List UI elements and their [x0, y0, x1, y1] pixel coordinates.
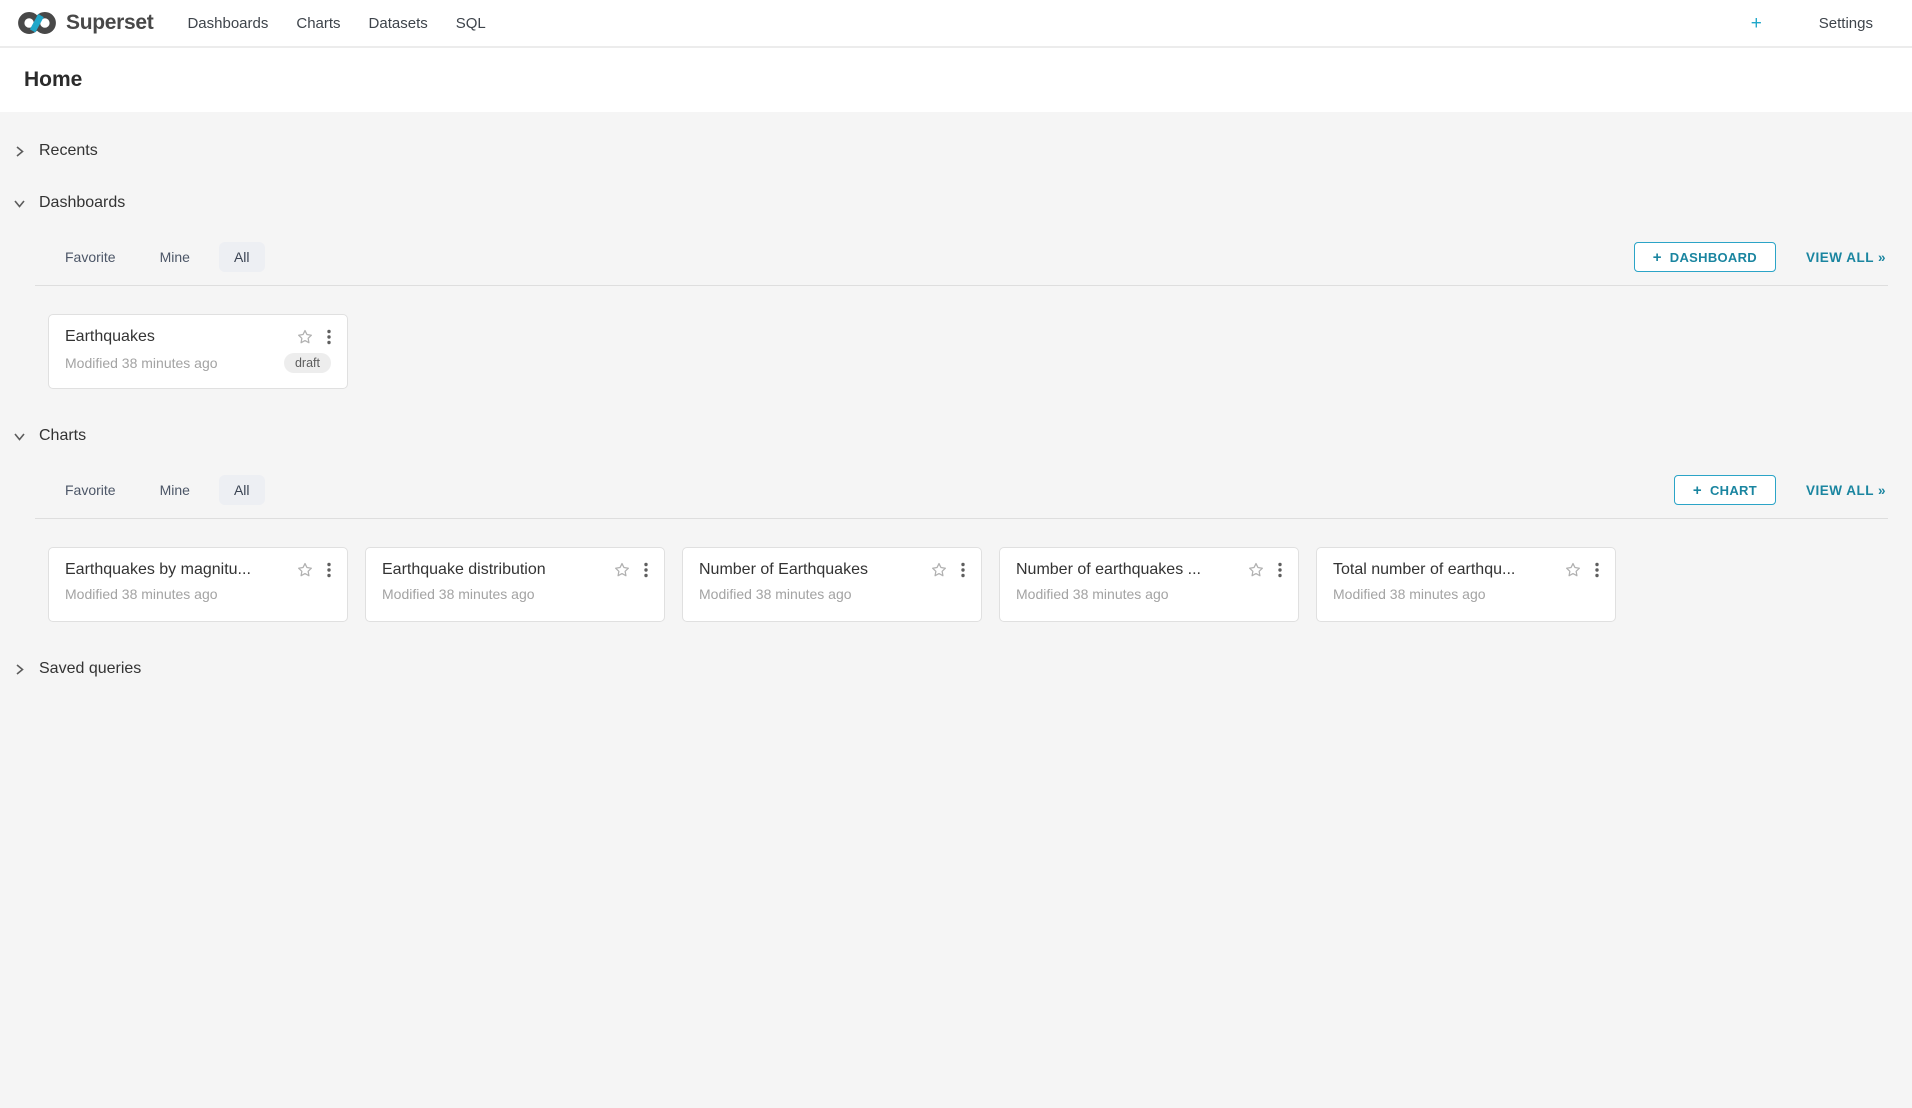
star-icon[interactable]	[1247, 561, 1265, 579]
star-icon[interactable]	[296, 328, 314, 346]
charts-actions: + CHART VIEW ALL »	[1674, 475, 1886, 505]
chevron-down-icon	[13, 430, 26, 443]
divider	[35, 518, 1888, 519]
charts-tabs: Favorite Mine All	[50, 475, 265, 505]
charts-controls: Favorite Mine All + CHART VIEW ALL »	[0, 475, 1912, 505]
kebab-menu-icon[interactable]	[644, 562, 648, 578]
section-header-charts[interactable]: Charts	[0, 423, 1912, 449]
card-modified-text: Modified 38 minutes ago	[699, 586, 965, 602]
chevron-right-icon	[13, 663, 26, 676]
main-nav: Dashboards Charts Datasets SQL	[173, 2, 514, 45]
new-item-dropdown[interactable]: +	[1751, 14, 1777, 33]
card-modified-text: Modified 38 minutes ago	[65, 355, 284, 371]
section-title: Saved queries	[39, 660, 141, 678]
navbar-right: + Settings	[1751, 14, 1896, 33]
plus-icon: +	[1653, 250, 1662, 265]
nav-item-dashboards[interactable]: Dashboards	[173, 2, 282, 45]
section-title: Dashboards	[39, 194, 125, 212]
section-title: Charts	[39, 427, 86, 445]
section-dashboards: Dashboards Favorite Mine All + DASHBOARD…	[0, 190, 1912, 389]
new-dashboard-button[interactable]: + DASHBOARD	[1634, 242, 1776, 272]
dashboards-tabs: Favorite Mine All	[50, 242, 265, 272]
nav-item-charts[interactable]: Charts	[282, 2, 354, 45]
draft-badge: draft	[284, 353, 331, 373]
new-chart-button[interactable]: + CHART	[1674, 475, 1776, 505]
plus-icon: +	[1693, 483, 1702, 498]
dashboard-card[interactable]: Earthquakes Modified 38 minutes ago draf…	[48, 314, 348, 389]
chevron-down-icon	[13, 197, 26, 210]
tab-all[interactable]: All	[219, 242, 265, 272]
plus-icon: +	[1751, 14, 1762, 33]
tab-favorite[interactable]: Favorite	[50, 475, 131, 505]
section-header-dashboards[interactable]: Dashboards	[0, 190, 1912, 216]
chart-card[interactable]: Total number of earthqu... Modified 38 m…	[1316, 547, 1616, 622]
card-modified-text: Modified 38 minutes ago	[65, 586, 331, 602]
star-icon[interactable]	[296, 561, 314, 579]
card-title[interactable]: Earthquakes by magnitu...	[65, 561, 286, 579]
kebab-menu-icon[interactable]	[961, 562, 965, 578]
tab-mine[interactable]: Mine	[145, 242, 205, 272]
nav-item-sql-menu[interactable]: SQL	[442, 2, 515, 45]
superset-logo[interactable]: Superset	[16, 8, 153, 38]
card-title[interactable]: Number of earthquakes ...	[1016, 561, 1237, 579]
card-modified-text: Modified 38 minutes ago	[1333, 586, 1599, 602]
chart-card[interactable]: Number of earthquakes ... Modified 38 mi…	[999, 547, 1299, 622]
title-band: Home	[0, 48, 1912, 112]
card-title[interactable]: Earthquake distribution	[382, 561, 603, 579]
home-content: Recents Dashboards Favorite Mine All + D…	[0, 112, 1912, 1108]
star-icon[interactable]	[613, 561, 631, 579]
card-title[interactable]: Total number of earthqu...	[1333, 561, 1554, 579]
section-title: Recents	[39, 142, 98, 160]
star-icon[interactable]	[930, 561, 948, 579]
card-modified-text: Modified 38 minutes ago	[382, 586, 648, 602]
chart-card[interactable]: Earthquakes by magnitu... Modified 38 mi…	[48, 547, 348, 622]
card-title[interactable]: Earthquakes	[65, 328, 286, 346]
tab-mine[interactable]: Mine	[145, 475, 205, 505]
chevron-right-icon	[13, 145, 26, 158]
nav-item-datasets[interactable]: Datasets	[355, 2, 442, 45]
kebab-menu-icon[interactable]	[1595, 562, 1599, 578]
page-title: Home	[24, 68, 82, 92]
tab-all[interactable]: All	[219, 475, 265, 505]
view-all-dashboards-link[interactable]: VIEW ALL »	[1806, 250, 1886, 265]
chart-card[interactable]: Number of Earthquakes Modified 38 minute…	[682, 547, 982, 622]
dashboards-actions: + DASHBOARD VIEW ALL »	[1634, 242, 1886, 272]
section-header-recents[interactable]: Recents	[0, 138, 1912, 164]
section-header-saved-queries[interactable]: Saved queries	[0, 656, 1912, 682]
chart-card[interactable]: Earthquake distribution Modified 38 minu…	[365, 547, 665, 622]
divider	[35, 285, 1888, 286]
card-modified-text: Modified 38 minutes ago	[1016, 586, 1282, 602]
star-icon[interactable]	[1564, 561, 1582, 579]
chart-cards-row: Earthquakes by magnitu... Modified 38 mi…	[0, 547, 1912, 622]
top-navbar: Superset Dashboards Charts Datasets SQL …	[0, 0, 1912, 48]
settings-menu[interactable]: Settings	[1819, 15, 1888, 32]
section-charts: Charts Favorite Mine All + CHART VIEW AL…	[0, 423, 1912, 622]
card-title[interactable]: Number of Earthquakes	[699, 561, 920, 579]
tab-favorite[interactable]: Favorite	[50, 242, 131, 272]
kebab-menu-icon[interactable]	[327, 329, 331, 345]
kebab-menu-icon[interactable]	[1278, 562, 1282, 578]
dashboard-cards-row: Earthquakes Modified 38 minutes ago draf…	[0, 314, 1912, 389]
kebab-menu-icon[interactable]	[327, 562, 331, 578]
dashboards-controls: Favorite Mine All + DASHBOARD VIEW ALL »	[0, 242, 1912, 272]
superset-infinity-icon	[16, 8, 58, 38]
view-all-charts-link[interactable]: VIEW ALL »	[1806, 483, 1886, 498]
brand-name: Superset	[66, 11, 153, 35]
